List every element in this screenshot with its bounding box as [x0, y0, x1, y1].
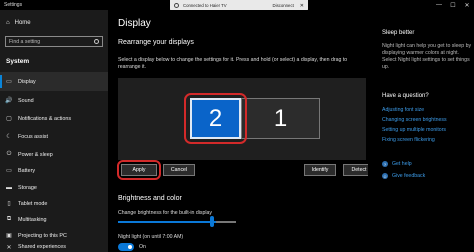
battery-icon: ▭	[6, 168, 12, 174]
feedback-icon: ☺	[382, 173, 388, 179]
sidebar-item-label: Tablet mode	[18, 200, 48, 207]
tablet-icon: ▯	[7, 201, 11, 207]
brightness-slider-track[interactable]	[216, 221, 236, 223]
link-changing-brightness[interactable]: Changing screen brightness	[382, 117, 447, 123]
search-input[interactable]: Find a setting	[5, 36, 103, 47]
disconnect-button[interactable]: Disconnect	[273, 3, 294, 8]
projecting-icon: ▣	[6, 233, 12, 239]
sidebar: ⌂ Home Find a setting System ▭ Display 🔊…	[0, 10, 108, 252]
cancel-button[interactable]: Cancel	[163, 164, 195, 176]
sleep-better-title: Sleep better	[382, 30, 415, 36]
page-title: Display	[118, 18, 151, 29]
shared-icon: ✕	[6, 244, 12, 251]
sidebar-item-label: Multitasking	[18, 216, 47, 223]
night-light-toggle[interactable]	[118, 243, 134, 251]
home-link[interactable]: ⌂ Home	[6, 20, 31, 26]
notifications-icon: ▢	[6, 116, 12, 122]
identify-button[interactable]: Identify	[304, 164, 336, 176]
cast-close-icon[interactable]: ✕	[300, 3, 304, 9]
monitor-1[interactable]: 1	[241, 98, 320, 139]
search-placeholder: Find a setting	[9, 39, 41, 45]
link-screen-flickering[interactable]: Fixing screen flickering	[382, 137, 435, 143]
sidebar-item-label: Shared experiences	[18, 244, 66, 250]
sidebar-item-label: Storage	[18, 184, 37, 191]
sidebar-item-label: Display	[18, 78, 36, 85]
sidebar-item-label: Notifications & actions	[18, 115, 72, 122]
settings-window: Settings — ☐ ✕ Connected to Haier TV Dis…	[0, 0, 474, 252]
sidebar-item-label: Projecting to this PC	[18, 232, 67, 239]
highlight-ring-apply	[117, 160, 161, 180]
home-icon: ⌂	[6, 20, 10, 26]
get-help-link[interactable]: ? Get help	[382, 161, 412, 167]
give-feedback-link[interactable]: ☺ Give feedback	[382, 173, 425, 179]
give-feedback-label: Give feedback	[392, 173, 426, 179]
help-icon: ?	[382, 161, 388, 167]
sidebar-item-display[interactable]: ▭ Display	[0, 72, 108, 91]
brightness-slider-thumb[interactable]	[210, 216, 214, 227]
storage-icon: ▬	[6, 184, 12, 191]
sidebar-item-notifications[interactable]: ▢ Notifications & actions	[0, 109, 108, 128]
night-light-toggle-state: On	[139, 244, 146, 250]
brightness-label: Change brightness for the built-in displ…	[118, 210, 213, 216]
window-controls: — ☐ ✕	[432, 0, 474, 10]
sleep-better-text: Night light can help you get to sleep by…	[382, 43, 472, 70]
sidebar-item-label: Power & sleep	[18, 151, 53, 158]
speaker-icon: 🔊	[5, 98, 13, 104]
link-multiple-monitors[interactable]: Setting up multiple monitors	[382, 127, 446, 133]
sidebar-item-shared-experiences[interactable]: ✕ Shared experiences	[0, 242, 108, 252]
get-help-label: Get help	[392, 161, 412, 167]
window-title: Settings	[4, 2, 23, 8]
maximize-button[interactable]: ☐	[446, 0, 460, 10]
sidebar-item-label: Battery	[18, 167, 36, 174]
question-title: Have a question?	[382, 93, 429, 99]
minimize-button[interactable]: —	[432, 0, 446, 10]
search-icon	[94, 39, 99, 44]
multitasking-icon: ⧉	[6, 216, 12, 222]
sidebar-section-title: System	[6, 58, 30, 65]
link-adjusting-font-size[interactable]: Adjusting font size	[382, 107, 424, 113]
rearrange-description: Select a display below to change the set…	[118, 57, 348, 70]
sidebar-item-sound[interactable]: 🔊 Sound	[0, 91, 108, 110]
gear-icon[interactable]	[174, 3, 179, 8]
connected-status: Connected to Haier TV	[183, 3, 227, 8]
highlight-ring-monitor-2	[184, 93, 247, 144]
display-arrangement-area[interactable]: 2 1	[118, 78, 366, 160]
power-icon: ⏻	[6, 151, 12, 157]
close-button[interactable]: ✕	[460, 0, 474, 10]
sidebar-item-label: Sound	[18, 97, 34, 104]
moon-icon: ☾	[6, 134, 12, 140]
brightness-slider-fill[interactable]	[118, 221, 216, 223]
brightness-heading: Brightness and color	[118, 195, 182, 202]
home-label: Home	[14, 20, 31, 26]
sidebar-item-label: Focus assist	[18, 133, 48, 140]
night-light-label: Night light (on until 7:00 AM)	[118, 234, 184, 240]
monitor-icon: ▭	[6, 79, 12, 85]
related-pane: Sleep better Night light can help you ge…	[368, 10, 474, 252]
rearrange-heading: Rearrange your displays	[118, 39, 194, 46]
main-content: Display Rearrange your displays Select a…	[108, 10, 375, 252]
sidebar-item-focus-assist[interactable]: ☾ Focus assist	[0, 127, 108, 146]
